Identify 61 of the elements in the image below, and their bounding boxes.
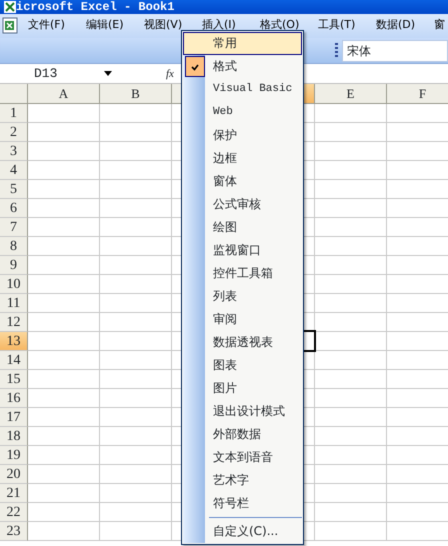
row-header[interactable]: 9: [0, 256, 28, 275]
row-header[interactable]: 4: [0, 161, 28, 180]
row-header[interactable]: 16: [0, 389, 28, 408]
row-header[interactable]: 21: [0, 484, 28, 503]
menu-item[interactable]: 编辑(E): [86, 16, 144, 34]
menu-item[interactable]: 图片: [183, 377, 302, 400]
menu-item[interactable]: 数据透视表: [183, 331, 302, 354]
menu-item[interactable]: 符号栏: [183, 492, 302, 515]
menu-item[interactable]: 工具(T): [318, 16, 376, 34]
menu-item[interactable]: 列表: [183, 285, 302, 308]
menu-item[interactable]: 格式: [183, 55, 302, 78]
function-label[interactable]: fx: [166, 68, 174, 80]
menu-item[interactable]: 退出设计模式: [183, 400, 302, 423]
menu-item[interactable]: 窗体: [183, 170, 302, 193]
menu-item[interactable]: 文件(F): [28, 16, 86, 34]
menu-item[interactable]: 公式审核: [183, 193, 302, 216]
menu-item[interactable]: 格式(O): [260, 16, 318, 34]
row-header[interactable]: 10: [0, 275, 28, 294]
menu-item[interactable]: 窗: [434, 16, 445, 34]
menu-item[interactable]: 自定义(C)...: [183, 520, 302, 543]
menu-item[interactable]: 外部数据: [183, 423, 302, 446]
row-header[interactable]: 5: [0, 180, 28, 199]
row-header[interactable]: 2: [0, 123, 28, 142]
row-header[interactable]: 14: [0, 351, 28, 370]
menu-item[interactable]: 边框: [183, 147, 302, 170]
column-header[interactable]: A: [28, 84, 100, 104]
menu-item[interactable]: 视图(V): [144, 16, 202, 34]
row-header[interactable]: 8: [0, 237, 28, 256]
row-header[interactable]: 7: [0, 218, 28, 237]
window-title: icrosoft Excel - Book1: [16, 0, 174, 14]
column-header[interactable]: F: [387, 84, 448, 104]
row-header[interactable]: 12: [0, 313, 28, 332]
menu-item[interactable]: 数据(D): [376, 16, 434, 34]
row-header[interactable]: 13: [0, 332, 28, 351]
row-header[interactable]: 19: [0, 446, 28, 465]
row-header[interactable]: 11: [0, 294, 28, 313]
row-header[interactable]: 3: [0, 142, 28, 161]
menu-item[interactable]: 监视窗口: [183, 239, 302, 262]
font-name-field[interactable]: 宋体: [342, 40, 448, 62]
menu-item[interactable]: 绘图: [183, 216, 302, 239]
column-header[interactable]: E: [315, 84, 387, 104]
name-box[interactable]: D13: [0, 64, 100, 82]
menu-item[interactable]: 常用: [183, 32, 302, 55]
menu-item[interactable]: 审阅: [183, 308, 302, 331]
row-header[interactable]: 6: [0, 199, 28, 218]
row-header[interactable]: 20: [0, 465, 28, 484]
menu-item[interactable]: 插入(I): [202, 16, 260, 34]
menu-item[interactable]: 文本到语音: [183, 446, 302, 469]
row-header[interactable]: 1: [0, 104, 28, 123]
menu-item[interactable]: 图表: [183, 354, 302, 377]
menu-item[interactable]: Visual Basic: [183, 78, 302, 101]
row-header[interactable]: 18: [0, 427, 28, 446]
menu-item[interactable]: 保护: [183, 124, 302, 147]
row-header[interactable]: 23: [0, 522, 28, 541]
menu-item[interactable]: 艺术字: [183, 469, 302, 492]
menu-item[interactable]: Web: [183, 101, 302, 124]
column-header[interactable]: B: [100, 84, 172, 104]
row-header[interactable]: 15: [0, 370, 28, 389]
row-header[interactable]: 22: [0, 503, 28, 522]
menu-item[interactable]: 控件工具箱: [183, 262, 302, 285]
row-header[interactable]: 17: [0, 408, 28, 427]
